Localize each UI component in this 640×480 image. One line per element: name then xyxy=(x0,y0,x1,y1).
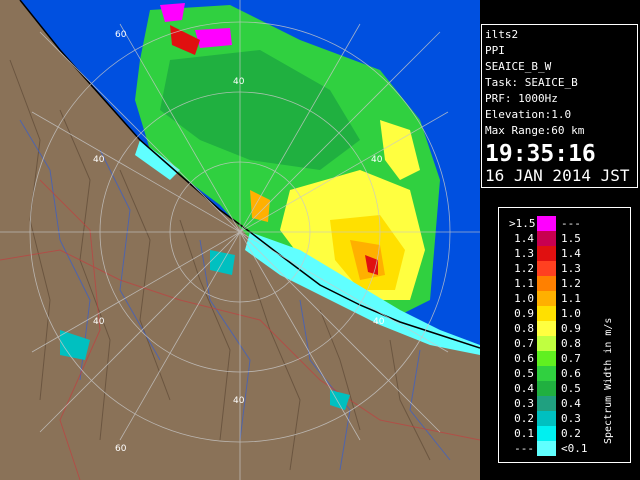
task-name: Task: SEAICE_B xyxy=(485,76,578,89)
max-range-value: Max Range:60 km xyxy=(485,124,585,137)
legend-lower-value: 0.7 xyxy=(514,337,534,350)
legend-swatch xyxy=(537,276,556,291)
legend-row: 0.8 0.9 xyxy=(499,321,599,336)
legend-row: 0.2 0.3 xyxy=(499,411,599,426)
legend-lower-value: 0.9 xyxy=(514,307,534,320)
legend-upper-value: 1.0 xyxy=(561,307,581,320)
legend-swatch xyxy=(537,291,556,306)
legend-swatch xyxy=(537,261,556,276)
elevation-value: Elevation:1.0 xyxy=(485,108,572,121)
legend-swatch xyxy=(537,351,556,366)
legend-row: 1.1 1.2 xyxy=(499,276,599,291)
legend-swatch xyxy=(537,411,556,426)
scan-time: 19:35:16 xyxy=(485,141,596,167)
legend-upper-value: <0.1 xyxy=(561,442,588,455)
legend-row: >1.5 --- xyxy=(499,216,599,231)
legend-row: 1.4 1.5 xyxy=(499,231,599,246)
legend-swatch xyxy=(537,426,556,441)
legend-lower-value: 0.3 xyxy=(514,397,534,410)
legend-lower-value: 0.2 xyxy=(514,412,534,425)
legend-lower-value: 0.5 xyxy=(514,367,534,380)
legend-lower-value: 0.6 xyxy=(514,352,534,365)
legend-upper-value: 1.2 xyxy=(561,277,581,290)
legend-swatch xyxy=(537,366,556,381)
legend-lower-value: 0.4 xyxy=(514,382,534,395)
legend-upper-value: 0.7 xyxy=(561,352,581,365)
legend-row: 0.3 0.4 xyxy=(499,396,599,411)
legend-row: 0.5 0.6 xyxy=(499,366,599,381)
legend-swatch xyxy=(537,396,556,411)
legend-swatch xyxy=(537,336,556,351)
scan-date: 16 JAN 2014 JST xyxy=(485,166,630,185)
legend-swatch xyxy=(537,246,556,261)
legend-upper-value: 0.9 xyxy=(561,322,581,335)
legend-lower-value: 0.1 xyxy=(514,427,534,440)
legend-row: 1.2 1.3 xyxy=(499,261,599,276)
legend-upper-value: 1.1 xyxy=(561,292,581,305)
legend-swatch xyxy=(537,321,556,336)
station-name: ilts2 xyxy=(485,28,519,41)
legend-unit-label: Spectrum Width in m/s xyxy=(603,317,614,444)
legend-upper-value: 1.3 xyxy=(561,262,581,275)
legend-row: 1.3 1.4 xyxy=(499,246,599,261)
legend-row: --- <0.1 xyxy=(499,441,599,456)
legend-row: 1.0 1.1 xyxy=(499,291,599,306)
legend-row: 0.4 0.5 xyxy=(499,381,599,396)
legend-swatch xyxy=(537,231,556,246)
legend-lower-value: >1.5 xyxy=(509,217,536,230)
legend-row: 0.7 0.8 xyxy=(499,336,599,351)
ring-label: 40 xyxy=(233,396,245,406)
legend-swatch xyxy=(537,216,556,231)
legend-upper-value: 1.4 xyxy=(561,247,581,260)
legend-lower-value: 1.3 xyxy=(514,247,534,260)
legend-lower-value: 0.8 xyxy=(514,322,534,335)
info-panel: ilts2 PPI SEAICE_B_W Task: SEAICE_B PRF:… xyxy=(481,24,638,188)
legend-swatch xyxy=(537,381,556,396)
legend-upper-value: 1.5 xyxy=(561,232,581,245)
color-legend: >1.5 --- 1.4 1.5 1.3 1.4 1.2 1.3 1.1 1.2 1.0 1.1 0.9… xyxy=(498,207,631,463)
legend-lower-value: 1.2 xyxy=(514,262,534,275)
legend-swatch xyxy=(537,441,556,456)
legend-upper-value: 0.3 xyxy=(561,412,581,425)
legend-swatch xyxy=(537,306,556,321)
legend-upper-value: 0.8 xyxy=(561,337,581,350)
legend-row: 0.1 0.2 xyxy=(499,426,599,441)
legend-lower-value: --- xyxy=(514,442,534,455)
legend-row: 0.6 0.7 xyxy=(499,351,599,366)
legend-upper-value: 0.2 xyxy=(561,427,581,440)
legend-upper-value: 0.5 xyxy=(561,382,581,395)
scan-mode: PPI xyxy=(485,44,505,57)
product-name: SEAICE_B_W xyxy=(485,60,552,73)
legend-row: 0.9 1.0 xyxy=(499,306,599,321)
legend-upper-value: --- xyxy=(561,217,581,230)
legend-lower-value: 1.1 xyxy=(514,277,534,290)
ring-label-overlay: 40 xyxy=(233,396,245,406)
legend-lower-value: 1.4 xyxy=(514,232,534,245)
legend-upper-value: 0.6 xyxy=(561,367,581,380)
legend-upper-value: 0.4 xyxy=(561,397,581,410)
legend-lower-value: 1.0 xyxy=(514,292,534,305)
prf-value: PRF: 1000Hz xyxy=(485,92,558,105)
